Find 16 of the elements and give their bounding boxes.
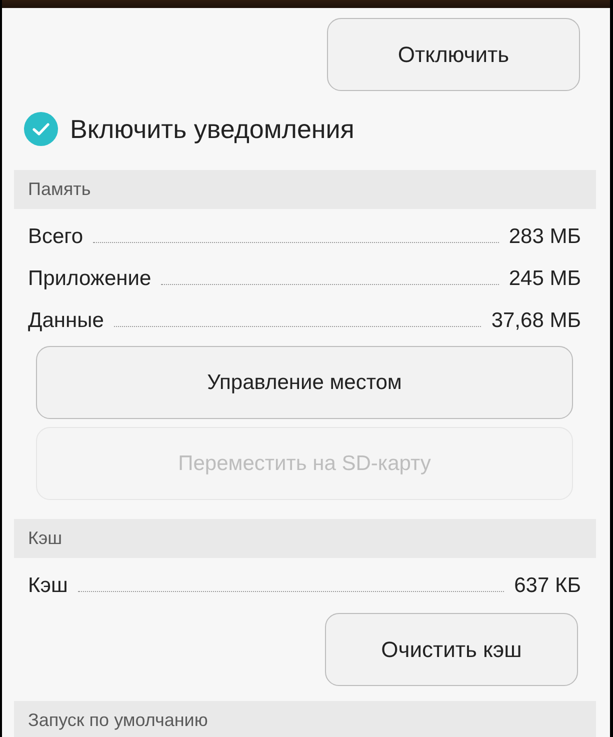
- checkbox-icon[interactable]: [24, 112, 58, 146]
- button[interactable]: Управление местом: [36, 346, 573, 419]
- storage-value: 245 МБ: [508, 267, 581, 291]
- button[interactable]: Очистить кэш: [325, 613, 578, 686]
- storage-value: 37,68 МБ: [491, 309, 581, 333]
- storage-label: Данные: [28, 309, 104, 333]
- section-header: Память: [14, 170, 596, 209]
- section-header: Запуск по умолчанию: [14, 701, 596, 737]
- storage-label: Всего: [28, 225, 84, 249]
- button[interactable]: Отключить: [327, 18, 580, 91]
- checkbox-label[interactable]: Включить уведомления: [70, 114, 354, 144]
- storage-value: 637 КБ: [514, 574, 581, 598]
- storage-value: 283 МБ: [508, 225, 581, 249]
- storage-label: Кэш: [28, 574, 68, 598]
- section-header: Кэш: [14, 519, 596, 558]
- storage-label: Приложение: [28, 267, 152, 291]
